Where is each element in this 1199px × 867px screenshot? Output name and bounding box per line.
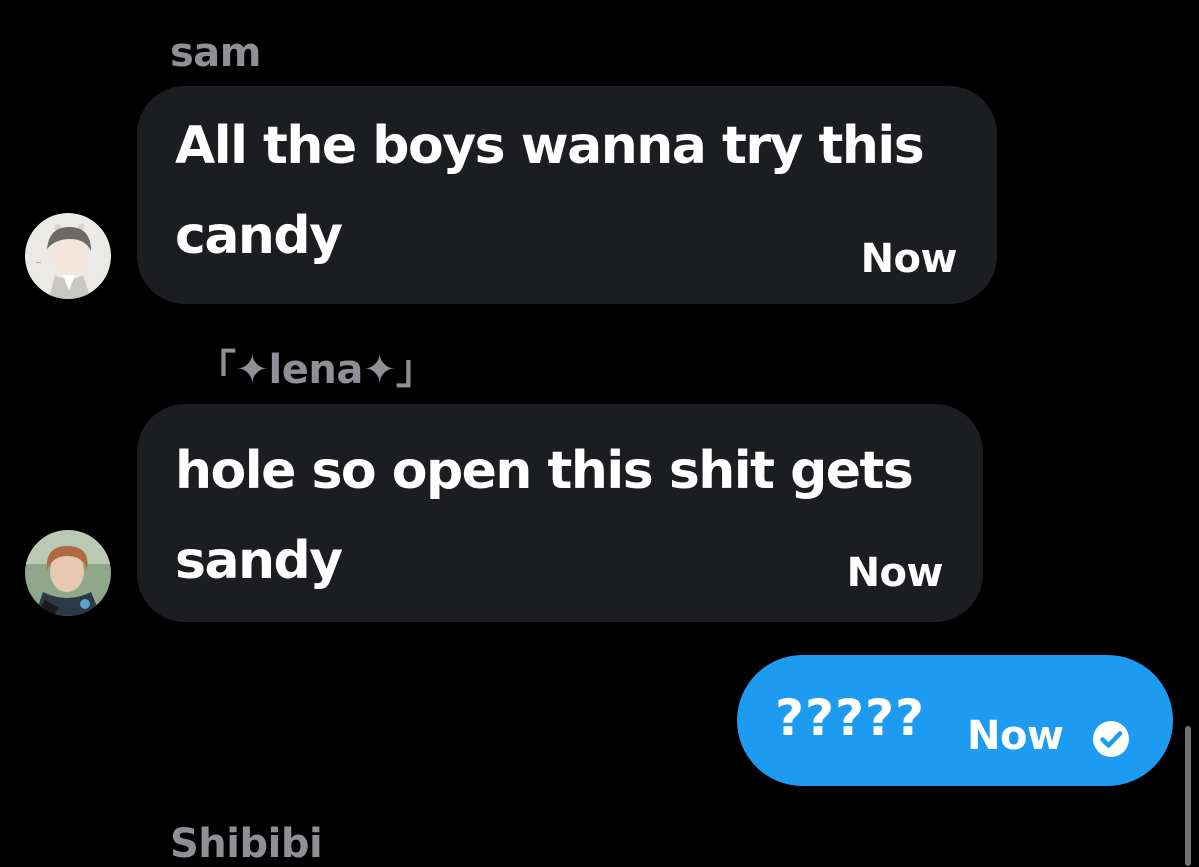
- scrollbar[interactable]: [1185, 726, 1191, 866]
- sender-name: Shibibi: [170, 821, 323, 867]
- own-message-text: ?????: [775, 689, 926, 747]
- own-message-bubble[interactable]: ????? Now: [737, 655, 1173, 786]
- message-text: hole so open this shit gets sandy: [175, 441, 914, 591]
- svg-text:~: ~: [35, 258, 42, 267]
- sender-name: sam: [170, 30, 261, 76]
- avatar[interactable]: ~: [25, 213, 111, 299]
- message-timestamp: Now: [860, 236, 958, 282]
- message-timestamp: Now: [846, 550, 944, 596]
- message-bubble[interactable]: hole so open this shit gets sandy Now: [137, 404, 983, 622]
- message-bubble[interactable]: All the boys wanna try this candy Now: [137, 86, 997, 304]
- sender-name: 「✦lena✦」: [196, 347, 436, 393]
- message-text: All the boys wanna try this candy: [175, 116, 925, 266]
- check-circle-icon: [1087, 715, 1135, 763]
- user-avatar-icon: [25, 530, 111, 616]
- avatar[interactable]: [25, 530, 111, 616]
- user-avatar-icon: ~: [25, 213, 111, 299]
- own-message-timestamp: Now: [967, 713, 1064, 759]
